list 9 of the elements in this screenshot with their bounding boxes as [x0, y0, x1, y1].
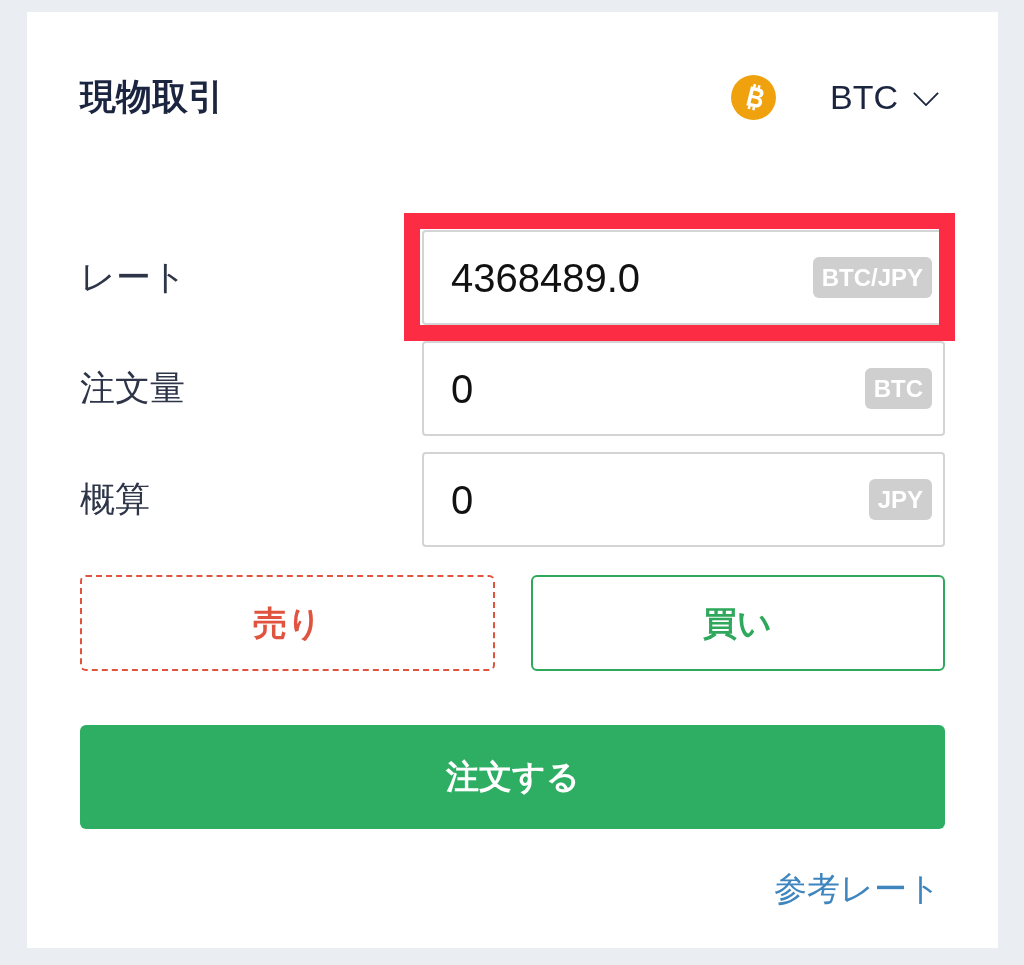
sell-button[interactable]: 売り: [80, 575, 495, 671]
field-label: レート: [80, 256, 188, 299]
field-label: 概算: [80, 478, 151, 521]
reference-rate-link[interactable]: 参考レート: [774, 869, 941, 909]
caret-icon: [913, 91, 939, 106]
bitcoin-coin-icon: [731, 74, 776, 120]
page-title: 現物取引: [80, 75, 224, 119]
currency-select[interactable]: BTC: [830, 77, 939, 117]
field-label: 注文量: [80, 367, 186, 410]
